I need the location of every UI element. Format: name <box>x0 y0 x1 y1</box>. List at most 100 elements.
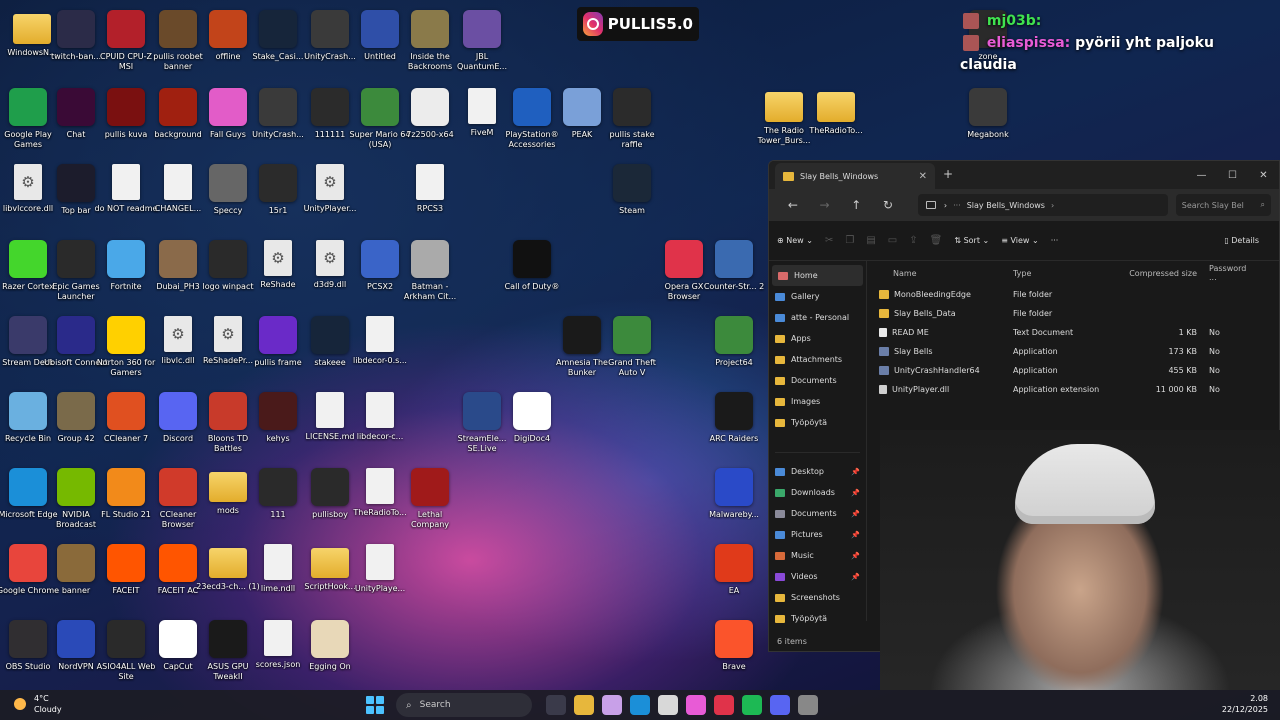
taskbar-app-icon[interactable] <box>798 695 818 715</box>
search-box[interactable]: Search Slay Bel ⌕ <box>1175 194 1272 216</box>
desktop-icon[interactable]: ⚙ d3d9.dll <box>302 236 358 308</box>
back-arrow-icon[interactable]: ← <box>777 198 809 212</box>
desktop-icon[interactable]: UnityCrash... <box>302 6 358 78</box>
close-button[interactable]: ✕ <box>1248 161 1279 189</box>
desktop-icon[interactable]: Norton 360 for Gamers <box>97 312 155 384</box>
desktop-icon[interactable]: ScriptHook... <box>302 540 358 612</box>
desktop-icon[interactable]: Fall Guys <box>200 84 256 156</box>
up-arrow-icon[interactable]: ↑ <box>840 198 872 212</box>
desktop-icon[interactable]: pullisboy <box>302 464 358 536</box>
nav-item[interactable]: Apps <box>769 328 866 349</box>
column-name[interactable]: Name <box>873 269 1013 278</box>
desktop-icon[interactable]: ARC Raiders <box>706 388 762 460</box>
share-icon[interactable]: ⇪ <box>909 235 917 246</box>
desktop-icon[interactable]: DigiDoc4 <box>504 388 560 460</box>
taskbar-app-icon[interactable] <box>658 695 678 715</box>
desktop-icon[interactable]: Top bar <box>48 160 104 232</box>
desktop-icon[interactable]: 111 <box>250 464 306 536</box>
desktop-icon[interactable]: lime.ndll <box>250 540 306 612</box>
desktop-icon[interactable]: CHANGEL... <box>150 160 206 232</box>
desktop-icon[interactable]: scores.json <box>250 616 306 688</box>
paste-icon[interactable]: ▤ <box>866 235 875 246</box>
desktop-icon[interactable]: 7z2500-x64 <box>402 84 458 156</box>
desktop-icon[interactable]: Group 42 <box>48 388 104 460</box>
column-type[interactable]: Type <box>1013 269 1123 278</box>
file-row[interactable]: READ ME Text Document 1 KB No <box>873 323 1273 342</box>
desktop-icon[interactable]: 15r1 <box>250 160 306 232</box>
desktop-icon[interactable]: Project64 <box>706 312 762 384</box>
desktop-icon[interactable]: 23ecd3-ch... (1) <box>196 540 260 612</box>
desktop-icon[interactable]: pullis kuva <box>98 84 154 156</box>
file-row[interactable]: MonoBleedingEdge File folder <box>873 285 1273 304</box>
taskbar-app-icon[interactable] <box>574 695 594 715</box>
desktop-icon[interactable]: logo winpact <box>200 236 256 308</box>
nav-item[interactable]: Videos 📌 <box>769 566 866 587</box>
desktop-icon[interactable]: Lethal Company <box>402 464 458 536</box>
copy-icon[interactable]: ❐ <box>845 235 854 246</box>
desktop-icon[interactable]: EA <box>706 540 762 612</box>
taskbar-app-icon[interactable] <box>602 695 622 715</box>
search-input[interactable]: Search Slay Bel <box>1182 201 1261 210</box>
desktop-icon[interactable]: libdecor-0.s... <box>352 312 408 384</box>
desktop-icon[interactable]: background <box>150 84 206 156</box>
desktop-icon[interactable]: ⚙ ReShadePr... <box>200 312 256 384</box>
new-button[interactable]: ⊕ New ⌄ <box>777 236 813 245</box>
details-button[interactable]: ▯ Details <box>1224 236 1259 245</box>
title-bar[interactable]: Slay Bells_Windows ✕ + — ☐ ✕ <box>769 161 1279 189</box>
desktop-icon[interactable]: ⚙ ReShade <box>250 236 306 308</box>
breadcrumb-item[interactable]: Slay Bells_Windows <box>967 201 1045 210</box>
file-row[interactable]: UnityPlayer.dll Application extension 11 0… <box>873 380 1273 399</box>
nav-item[interactable]: Music 📌 <box>769 545 866 566</box>
desktop-icon[interactable]: kehys <box>250 388 306 460</box>
taskbar-app-icon[interactable] <box>714 695 734 715</box>
desktop-icon[interactable]: Batman - Arkham Cit... <box>402 236 458 308</box>
desktop-icon[interactable]: pullis roobet banner <box>150 6 206 78</box>
view-button[interactable]: ≡ View ⌄ <box>1001 236 1038 245</box>
nav-item[interactable]: Documents 📌 <box>769 503 866 524</box>
delete-icon[interactable]: 🗑 <box>930 235 943 246</box>
desktop-icon[interactable]: Speccy <box>200 160 256 232</box>
desktop-icon[interactable]: NVIDIA Broadcast <box>48 464 104 536</box>
more-icon[interactable]: ··· <box>953 201 961 210</box>
nav-item[interactable]: Työpöytä <box>769 412 866 433</box>
desktop-icon[interactable]: The Radio Tower_Burs... <box>756 84 812 156</box>
file-row[interactable]: UnityCrashHandler64 Application 455 KB No <box>873 361 1273 380</box>
desktop-icon[interactable]: UnityPlaye... <box>352 540 408 612</box>
tab-close-icon[interactable]: ✕ <box>919 171 927 182</box>
clock[interactable]: 2.08 22/12/2025 <box>1222 693 1268 715</box>
start-button[interactable] <box>366 696 384 714</box>
taskbar-app-icon[interactable] <box>630 695 650 715</box>
file-row[interactable]: Slay Bells_Data File folder <box>873 304 1273 323</box>
desktop-icon[interactable]: Megabonk <box>960 84 1016 156</box>
desktop-icon[interactable]: ASIO4ALL Web Site <box>97 616 155 688</box>
desktop-icon[interactable]: UnityCrash... <box>250 84 306 156</box>
desktop-icon[interactable]: Opera GX Browser <box>656 236 712 308</box>
desktop-icon[interactable]: pullis frame <box>250 312 306 384</box>
rename-icon[interactable]: ▭ <box>888 235 897 246</box>
desktop-icon[interactable]: PlayStation® Accessories <box>504 84 560 156</box>
desktop-icon[interactable]: Malwareby... <box>706 464 762 536</box>
nav-item[interactable]: Gallery <box>769 286 866 307</box>
desktop-icon[interactable]: CCleaner 7 <box>98 388 154 460</box>
taskbar-app-icon[interactable] <box>686 695 706 715</box>
nav-item[interactable]: Images <box>769 391 866 412</box>
taskbar-app-icon[interactable] <box>546 695 566 715</box>
cut-icon[interactable]: ✂ <box>825 235 833 246</box>
desktop-icon[interactable]: libdecor-c... <box>352 388 408 460</box>
desktop-icon[interactable]: FACEIT <box>98 540 154 612</box>
column-compressed-size[interactable]: Compressed size <box>1123 269 1203 278</box>
refresh-icon[interactable]: ↻ <box>872 198 904 212</box>
new-tab-button[interactable]: + <box>943 167 953 181</box>
desktop-icon[interactable]: Brave <box>706 616 762 688</box>
nav-item[interactable]: Documents <box>769 370 866 391</box>
more-options-icon[interactable]: ··· <box>1051 236 1059 245</box>
taskbar-app-icon[interactable] <box>770 695 790 715</box>
nav-item[interactable]: Työpöytä <box>769 608 866 629</box>
desktop-icon[interactable]: Super Mario 64 (USA) <box>350 84 410 156</box>
desktop-icon[interactable]: banner <box>48 540 104 612</box>
desktop-icon[interactable]: do NOT readme <box>95 160 157 232</box>
desktop-icon[interactable]: LICENSE.md <box>302 388 358 460</box>
nav-item[interactable]: Pictures 📌 <box>769 524 866 545</box>
desktop-icon[interactable]: TheRadioTo... <box>808 84 864 156</box>
minimize-button[interactable]: — <box>1186 161 1217 189</box>
